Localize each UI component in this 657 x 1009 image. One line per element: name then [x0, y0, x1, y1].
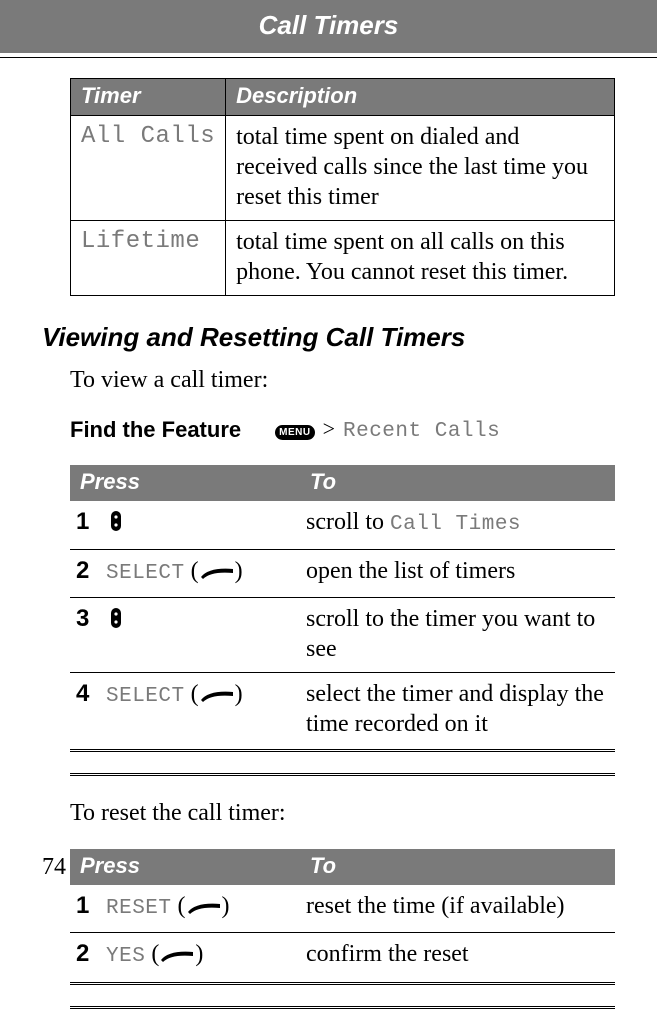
step-to-mono: Call Times	[390, 513, 521, 536]
timer-desc: total time spent on dialed and received …	[226, 116, 615, 221]
step-row: 1 RESET () reset the time (if available)	[70, 885, 615, 933]
scroll-icon	[106, 606, 126, 638]
step-row: 2 YES () confirm the reset	[70, 933, 615, 984]
step-to: select the timer and display the time re…	[300, 673, 615, 751]
paren: (	[178, 893, 186, 919]
col-header-description: Description	[226, 79, 615, 116]
view-steps-table: Press To 1 scroll to Call Times 2	[70, 465, 615, 752]
page-header: Call Timers	[0, 0, 657, 53]
reset-steps-table: Press To 1 RESET () reset the time (if a…	[70, 849, 615, 985]
timer-desc: total time spent on all calls on this ph…	[226, 221, 615, 296]
step-to: reset the time (if available)	[300, 885, 615, 933]
step-press: YES ()	[100, 933, 300, 984]
intro-reset: To reset the call timer:	[70, 800, 615, 827]
step-to: open the list of timers	[300, 550, 615, 598]
paren: (	[191, 681, 199, 707]
paren: )	[235, 558, 243, 584]
step-press	[100, 501, 300, 550]
step-to: scroll to the timer you want to see	[300, 598, 615, 673]
paren: )	[195, 941, 203, 967]
step-press: RESET ()	[100, 885, 300, 933]
timer-name: All Calls	[71, 116, 226, 221]
path-separator: >	[319, 416, 339, 441]
step-to: scroll to Call Times	[300, 501, 615, 550]
path-item: Recent Calls	[343, 420, 500, 443]
col-header-to: To	[300, 849, 615, 885]
softkey-icon	[199, 559, 235, 589]
table-row: All Calls total time spent on dialed and…	[71, 116, 615, 221]
page-number: 74	[42, 854, 66, 881]
softkey-label: RESET	[106, 897, 172, 920]
step-press	[100, 598, 300, 673]
softkey-icon	[186, 894, 222, 924]
intro-view: To view a call timer:	[70, 367, 615, 394]
table-end-rule	[70, 773, 615, 776]
col-header-timer: Timer	[71, 79, 226, 116]
softkey-icon	[159, 942, 195, 972]
softkey-label: YES	[106, 945, 145, 968]
col-header-to: To	[300, 465, 615, 501]
scroll-icon	[106, 509, 126, 541]
paren: (	[151, 941, 159, 967]
content-area: Timer Description All Calls total time s…	[0, 78, 657, 1009]
softkey-icon	[199, 682, 235, 712]
find-the-feature: Find the Feature MENU > Recent Calls	[70, 416, 615, 443]
step-row: 3 scroll to the timer you want to see	[70, 598, 615, 673]
page-title: Call Timers	[259, 10, 399, 40]
step-press: SELECT ()	[100, 673, 300, 751]
col-header-press: Press	[70, 849, 300, 885]
timer-description-table: Timer Description All Calls total time s…	[70, 78, 615, 296]
step-press: SELECT ()	[100, 550, 300, 598]
softkey-label: SELECT	[106, 562, 185, 585]
step-row: 4 SELECT () select the timer and display…	[70, 673, 615, 751]
step-number: 2	[70, 550, 100, 598]
step-to: confirm the reset	[300, 933, 615, 984]
timer-name: Lifetime	[71, 221, 226, 296]
step-number: 2	[70, 933, 100, 984]
step-to-text: scroll to	[306, 509, 384, 535]
step-number: 1	[70, 885, 100, 933]
header-rule	[0, 57, 657, 58]
paren: )	[222, 893, 230, 919]
step-row: 2 SELECT () open the list of timers	[70, 550, 615, 598]
step-row: 1 scroll to Call Times	[70, 501, 615, 550]
paren: )	[235, 681, 243, 707]
softkey-label: SELECT	[106, 685, 185, 708]
paren: (	[191, 558, 199, 584]
step-number: 3	[70, 598, 100, 673]
menu-key-icon: MENU	[275, 425, 314, 440]
col-header-press: Press	[70, 465, 300, 501]
step-number: 1	[70, 501, 100, 550]
table-row: Lifetime total time spent on all calls o…	[71, 221, 615, 296]
section-heading: Viewing and Resetting Call Timers	[42, 322, 615, 353]
find-feature-label: Find the Feature	[70, 417, 241, 443]
step-number: 4	[70, 673, 100, 751]
find-feature-path: MENU > Recent Calls	[275, 416, 500, 443]
